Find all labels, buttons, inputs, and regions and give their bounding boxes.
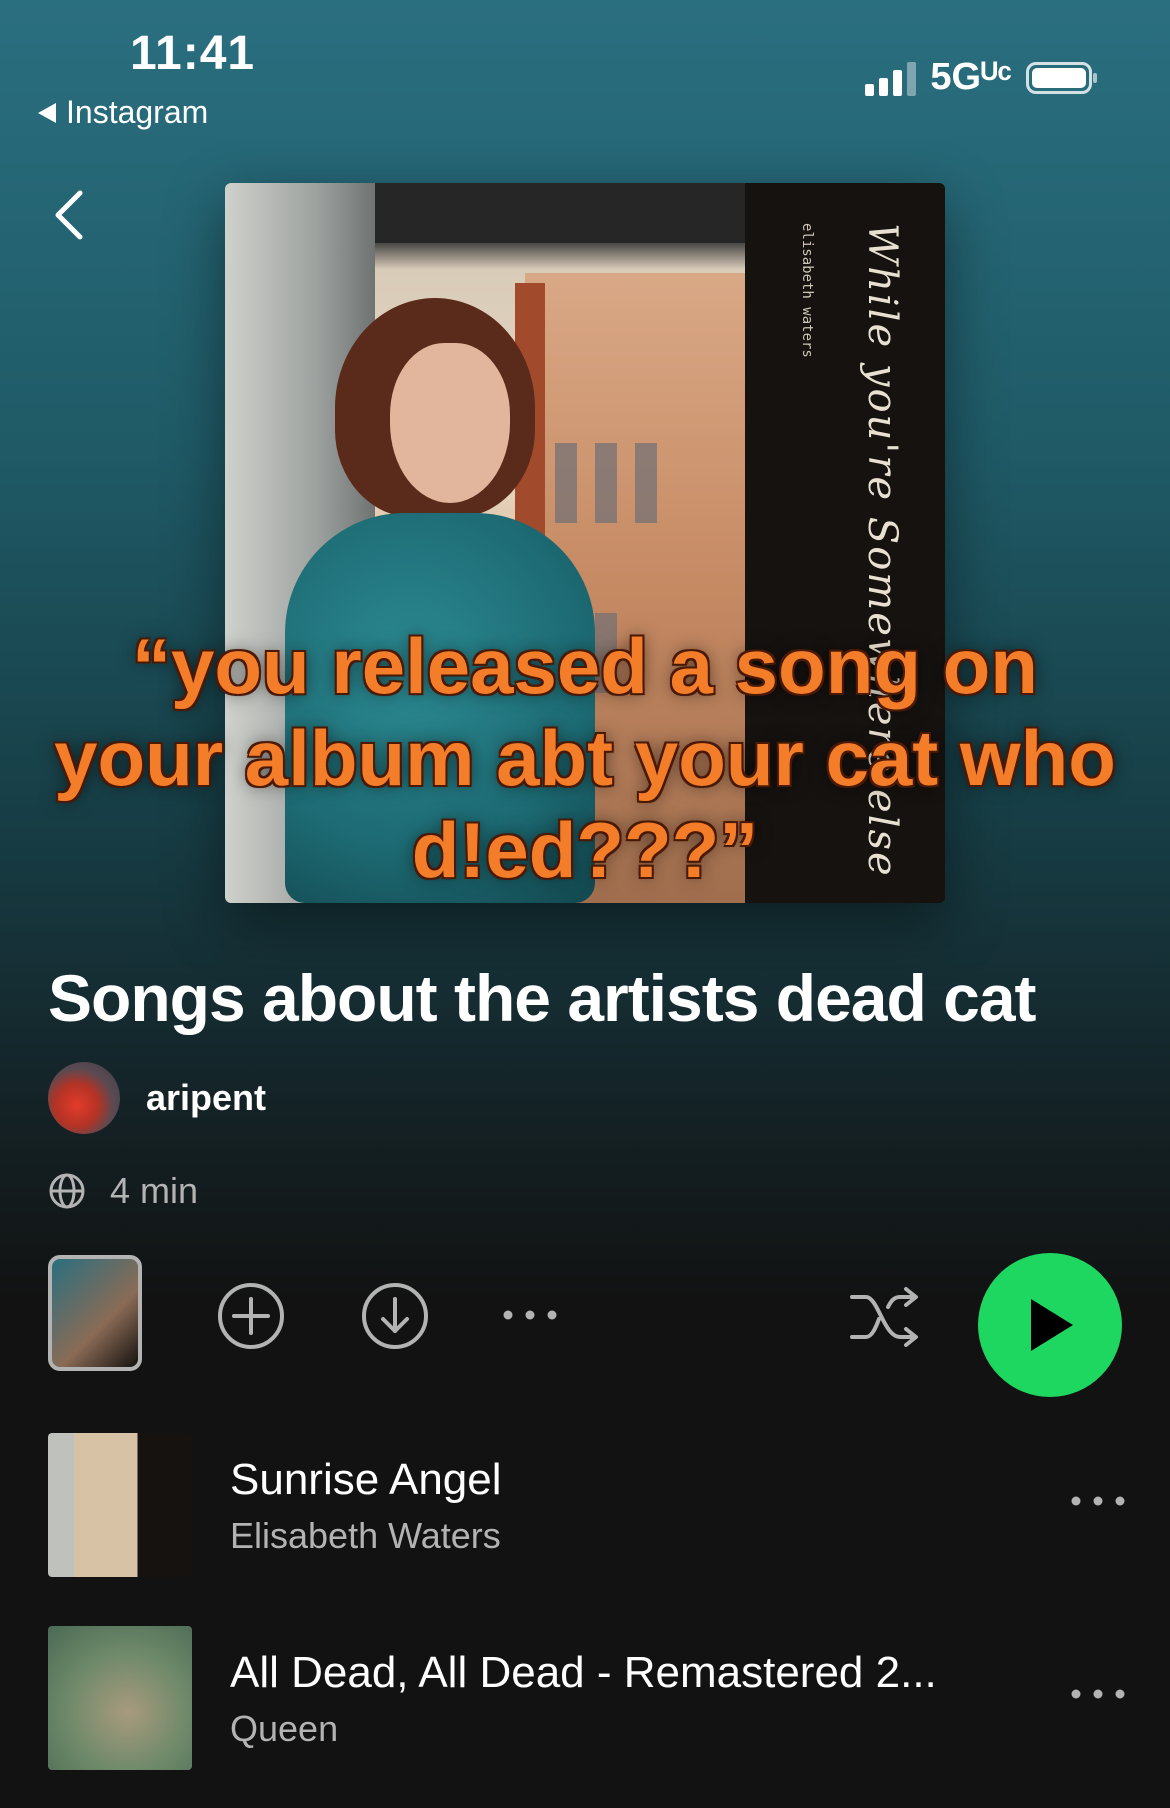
status-indicators: 5Gᵁᶜ xyxy=(865,56,1097,99)
track-artwork xyxy=(48,1433,192,1577)
track-artist: Elisabeth Waters xyxy=(230,1515,501,1556)
overlay-caption: “you released a song on your album abt y… xyxy=(54,622,1116,895)
back-chevron-icon[interactable] xyxy=(50,185,90,245)
shuffle-icon[interactable] xyxy=(848,1283,924,1351)
download-icon[interactable] xyxy=(360,1281,430,1351)
play-button[interactable] xyxy=(978,1253,1122,1397)
playlist-controls xyxy=(48,1253,1122,1403)
track-row[interactable]: All Dead, All Dead - Remastered 2... Que… xyxy=(48,1626,1128,1770)
back-to-instagram[interactable]: Instagram xyxy=(38,94,208,131)
network-label: 5Gᵁᶜ xyxy=(930,56,1012,98)
play-icon xyxy=(1031,1299,1073,1351)
cover-artist-text: elisabeth waters xyxy=(799,223,815,358)
signal-icon xyxy=(865,60,917,96)
track-more-icon[interactable] xyxy=(1068,1481,1128,1521)
globe-icon xyxy=(49,1173,85,1209)
playlist-meta: 4 min xyxy=(48,1170,198,1212)
playlist-owner[interactable]: aripent xyxy=(48,1062,266,1134)
track-name: Sunrise Angel xyxy=(230,1455,502,1504)
playlist-title: Songs about the artists dead cat xyxy=(48,961,1037,1035)
battery-icon xyxy=(1026,61,1097,94)
add-circle-icon[interactable] xyxy=(216,1281,286,1351)
track-more-icon[interactable] xyxy=(1068,1674,1128,1714)
track-row[interactable]: Sunrise Angel Elisabeth Waters xyxy=(48,1433,1128,1577)
track-artist: Queen xyxy=(230,1708,339,1749)
track-artwork xyxy=(48,1626,192,1770)
owner-name: aripent xyxy=(146,1077,267,1118)
more-options-icon[interactable] xyxy=(500,1303,560,1327)
back-app-label: Instagram xyxy=(66,94,209,130)
playlist-duration: 4 min xyxy=(110,1170,199,1211)
track-name: All Dead, All Dead - Remastered 2... xyxy=(230,1648,937,1697)
playlist-thumbnail-button[interactable] xyxy=(48,1255,142,1371)
playlist-page: 11:41 Instagram 5Gᵁᶜ While you're Somewh… xyxy=(0,0,1170,1808)
status-time: 11:41 xyxy=(130,27,256,80)
back-triangle-icon xyxy=(38,102,56,123)
owner-avatar xyxy=(48,1062,120,1134)
